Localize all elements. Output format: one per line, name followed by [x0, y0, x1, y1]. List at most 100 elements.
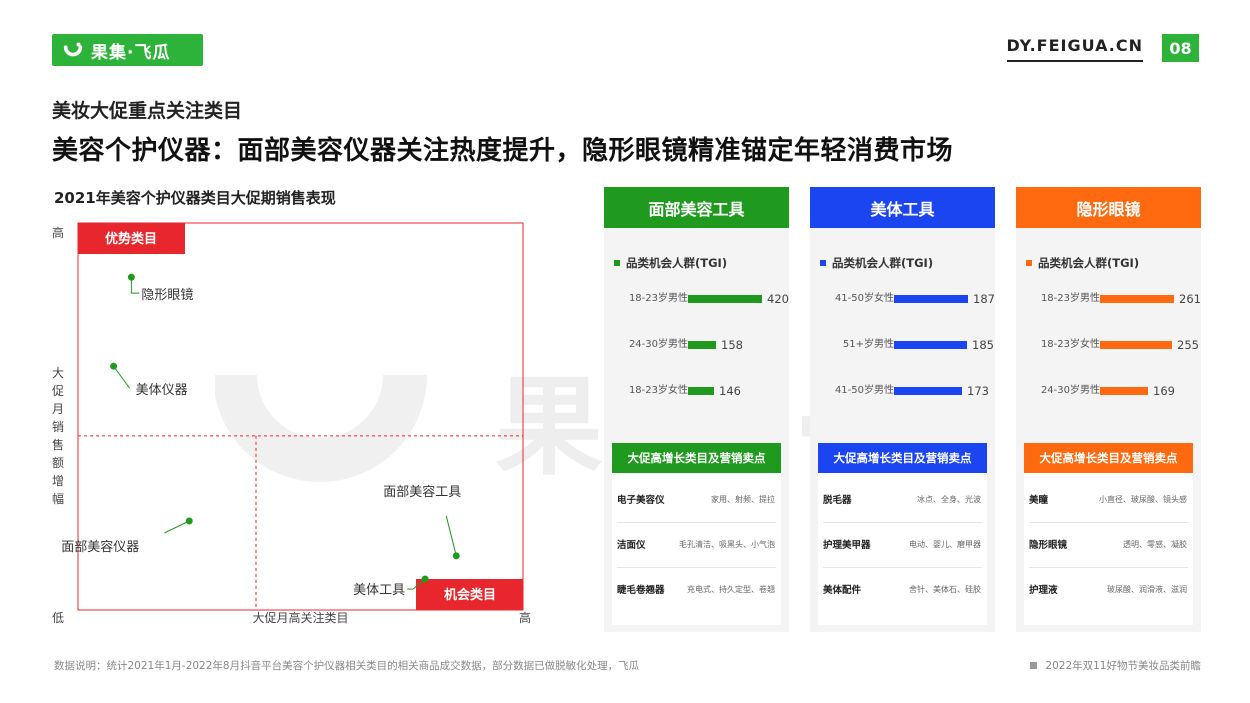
promo-item: 电子美容仪 家用、射频、提拉 [612, 477, 781, 521]
legend-square-icon [1026, 260, 1032, 266]
leader-line [164, 520, 190, 534]
tgi-value: 173 [967, 384, 989, 398]
category-panel-2: 美体工具品类机会人群(TGI) 41-50岁女性 187 51+岁男性 185 41-50… [810, 187, 995, 632]
promo-item-name: 美瞳 [1029, 495, 1049, 506]
promo-item-tags: 冰点、全身、光波 [917, 494, 981, 504]
promo-card: 大促高增长类目及营销卖点 美瞳 小直径、玻尿酸、镜头感 隐形眼镜 透明、零感、凝胶 护理液… [1024, 443, 1193, 625]
tgi-label: 18-23岁女性 [1040, 339, 1100, 350]
tgi-heading-text: 品类机会人群(TGI) [832, 256, 934, 270]
page-number: 08 [1162, 34, 1199, 62]
tgi-row: 24-30岁男性 158 [604, 338, 789, 352]
point-label: 美体工具 [353, 583, 405, 598]
promo-title: 大促高增长类目及营销卖点 [818, 443, 987, 473]
tgi-bar [688, 295, 762, 303]
scatter-point [185, 517, 193, 525]
tgi-bar [894, 341, 967, 349]
tgi-row: 24-30岁男性 169 [1016, 384, 1201, 398]
report-name-text: 2022年双11好物节美妆品类前瞻 [1045, 660, 1201, 672]
x-axis-title: 大促月高关注类目 [252, 610, 348, 625]
tgi-label: 41-50岁男性 [834, 385, 894, 396]
promo-item-tags: 家用、射频、提拉 [711, 494, 775, 504]
panel-title: 美体工具 [810, 187, 995, 228]
y-axis-title-char: 额 [52, 456, 64, 470]
promo-item-tags: 充电式、持久定型、卷翘 [687, 584, 775, 594]
promo-item-tags: 小直径、玻尿酸、镜头感 [1099, 494, 1187, 504]
promo-item-tags: 透明、零感、凝胶 [1123, 539, 1187, 549]
category-panel-1: 面部美容工具品类机会人群(TGI) 18-23岁男性 420 24-30岁男性 158 1… [604, 187, 789, 632]
promo-item: 美瞳 小直径、玻尿酸、镜头感 [1024, 477, 1193, 521]
x-axis-low-label: 低 [52, 611, 64, 625]
y-axis-title: 大促月销售额增幅 [52, 366, 64, 506]
brand-logo: 果集·飞瓜 [52, 34, 203, 66]
page-title: 美容个护仪器：面部美容仪器关注热度提升，隐形眼镜精准锚定年轻消费市场 [52, 136, 954, 166]
tgi-bar [1100, 341, 1172, 349]
point-label: 面部美容工具 [383, 484, 461, 500]
report-name: 2022年双11好物节美妆品类前瞻 [1030, 658, 1201, 673]
tgi-heading: 品类机会人群(TGI) [1026, 255, 1139, 271]
y-axis-high-label: 高 [52, 225, 64, 240]
tgi-row: 18-23岁男性 420 [604, 292, 789, 306]
promo-item-name: 美体配件 [823, 585, 862, 596]
logo-text: 果集·飞瓜 [91, 42, 171, 63]
panel-title: 隐形眼镜 [1016, 187, 1201, 228]
y-axis-title-char: 销 [52, 420, 64, 434]
y-axis-title-char: 售 [52, 437, 64, 452]
tgi-value: 255 [1177, 338, 1199, 352]
scatter-point [127, 273, 135, 281]
promo-item: 洁面仪 毛孔清洁、吸黑头、小气泡 [612, 522, 781, 566]
tgi-row: 41-50岁男性 173 [810, 384, 995, 398]
brand-logo-icon [63, 42, 83, 57]
promo-item: 睫毛卷翘器 充电式、持久定型、卷翘 [612, 567, 781, 611]
point-label: 隐形眼镜 [141, 288, 193, 303]
panel-title: 面部美容工具 [604, 187, 789, 228]
promo-item-tags: 毛孔清洁、吸黑头、小气泡 [679, 539, 775, 549]
y-axis-title-char: 促 [52, 384, 64, 398]
tgi-row: 18-23岁男性 261 [1016, 292, 1201, 306]
x-axis-high-label: 高 [519, 610, 531, 625]
promo-title: 大促高增长类目及营销卖点 [1024, 443, 1193, 473]
legend-square-icon [820, 260, 826, 266]
scatter-point [452, 552, 460, 560]
promo-item: 隐形眼镜 透明、零感、凝胶 [1024, 522, 1193, 566]
y-axis-title-char: 幅 [52, 491, 64, 506]
tgi-bar [688, 341, 716, 349]
tgi-bar [688, 387, 714, 395]
tgi-row: 51+岁男性 185 [810, 338, 995, 352]
scatter-chart: 优势类目机会类目高低 高大促月高关注类目大促月销售额增幅隐形眼镜美体仪器面部美容仪… [52, 222, 531, 625]
tgi-bar [1100, 295, 1174, 303]
y-axis-title-char: 大 [52, 366, 64, 380]
quadrant-label-opportunity: 机会类目 [444, 587, 496, 603]
promo-item: 护理液 玻尿酸、润滑液、滋润 [1024, 567, 1193, 611]
promo-card: 大促高增长类目及营销卖点电子美容仪 家用、射频、提拉洁面仪 毛孔清洁、吸黑头、小气泡… [612, 443, 781, 625]
promo-item-name: 睫毛卷翘器 [617, 585, 665, 596]
tgi-value: 185 [972, 338, 994, 352]
tgi-label: 41-50岁女性 [834, 293, 894, 304]
tgi-value: 420 [767, 292, 789, 306]
promo-item-tags: 玻尿酸、润滑液、滋润 [1107, 584, 1187, 594]
promo-item: 护理美甲器 电动、婴儿、磨甲器 [818, 522, 987, 566]
tgi-label: 18-23岁女性 [628, 385, 688, 396]
chart-title: 2021年美容个护仪器类目大促期销售表现 [54, 189, 336, 207]
tgi-row: 41-50岁女性 187 [810, 292, 995, 306]
tgi-label: 18-23岁男性 [628, 293, 688, 304]
promo-item-tags: 舍针、美体石、硅胶 [909, 584, 981, 594]
promo-item-name: 护理美甲器 [823, 540, 871, 551]
y-axis-title-char: 增 [52, 474, 64, 488]
tgi-value: 261 [1179, 292, 1201, 306]
promo-item-name: 护理液 [1029, 585, 1058, 596]
promo-item-name: 脱毛器 [823, 495, 852, 506]
promo-item: 美体配件 舍针、美体石、硅胶 [818, 567, 987, 611]
tgi-value: 169 [1153, 384, 1175, 398]
promo-item-name: 洁面仪 [617, 540, 646, 551]
y-axis-title-char: 月 [52, 402, 64, 416]
tgi-heading: 品类机会人群(TGI) [614, 255, 727, 271]
tgi-row: 18-23岁女性 146 [604, 384, 789, 398]
tgi-heading: 品类机会人群(TGI) [820, 255, 933, 271]
tgi-label: 24-30岁男性 [628, 339, 688, 350]
leader-line [445, 515, 457, 556]
plot-frame [77, 222, 524, 611]
site-url[interactable]: DY.FEIGUA.CN [1006, 36, 1143, 62]
tgi-bar [1100, 387, 1148, 395]
promo-title: 大促高增长类目及营销卖点 [612, 443, 781, 473]
point-label: 面部美容仪器 [61, 539, 139, 555]
